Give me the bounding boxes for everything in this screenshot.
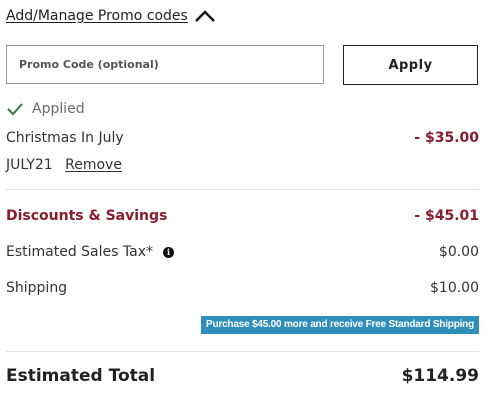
shipping-label: Shipping: [6, 280, 68, 296]
tax-label-group: Estimated Sales Tax* i: [6, 244, 174, 260]
apply-promo-button[interactable]: Apply: [343, 45, 478, 85]
check-icon: [7, 103, 23, 116]
shipping-row: Shipping $10.00: [6, 280, 479, 296]
tax-label: Estimated Sales Tax*: [6, 244, 153, 260]
tax-value: $0.00: [438, 244, 479, 260]
applied-code-row: JULY21 Remove: [6, 157, 122, 173]
applied-code: JULY21: [6, 157, 53, 173]
estimated-total-row: Estimated Total $114.99: [6, 366, 479, 386]
promo-code-input[interactable]: [6, 45, 324, 84]
discounts-value: - $45.01: [414, 208, 479, 224]
applied-label: Applied: [32, 101, 85, 117]
applied-promo-row: Christmas In July - $35.00: [6, 130, 479, 146]
promo-applied-status: Applied: [6, 101, 85, 117]
divider: [6, 189, 479, 190]
discounts-label: Discounts & Savings: [6, 208, 168, 224]
promo-codes-toggle-label[interactable]: Add/Manage Promo codes: [6, 8, 188, 24]
promo-codes-toggle[interactable]: Add/Manage Promo codes: [6, 8, 216, 24]
shipping-value: $10.00: [430, 280, 479, 296]
estimated-total-value: $114.99: [401, 366, 479, 386]
applied-promo-name: Christmas In July: [6, 130, 124, 146]
free-shipping-banner: Purchase $45.00 more and receive Free St…: [201, 316, 479, 334]
tax-row: Estimated Sales Tax* i $0.00: [6, 244, 479, 260]
estimated-total-label: Estimated Total: [6, 366, 156, 386]
info-icon[interactable]: i: [163, 246, 174, 258]
remove-promo-link[interactable]: Remove: [65, 157, 122, 173]
applied-promo-amount: - $35.00: [414, 130, 479, 146]
discounts-row: Discounts & Savings - $45.01: [6, 208, 479, 224]
chevron-up-icon[interactable]: [194, 9, 216, 23]
divider: [6, 351, 479, 352]
